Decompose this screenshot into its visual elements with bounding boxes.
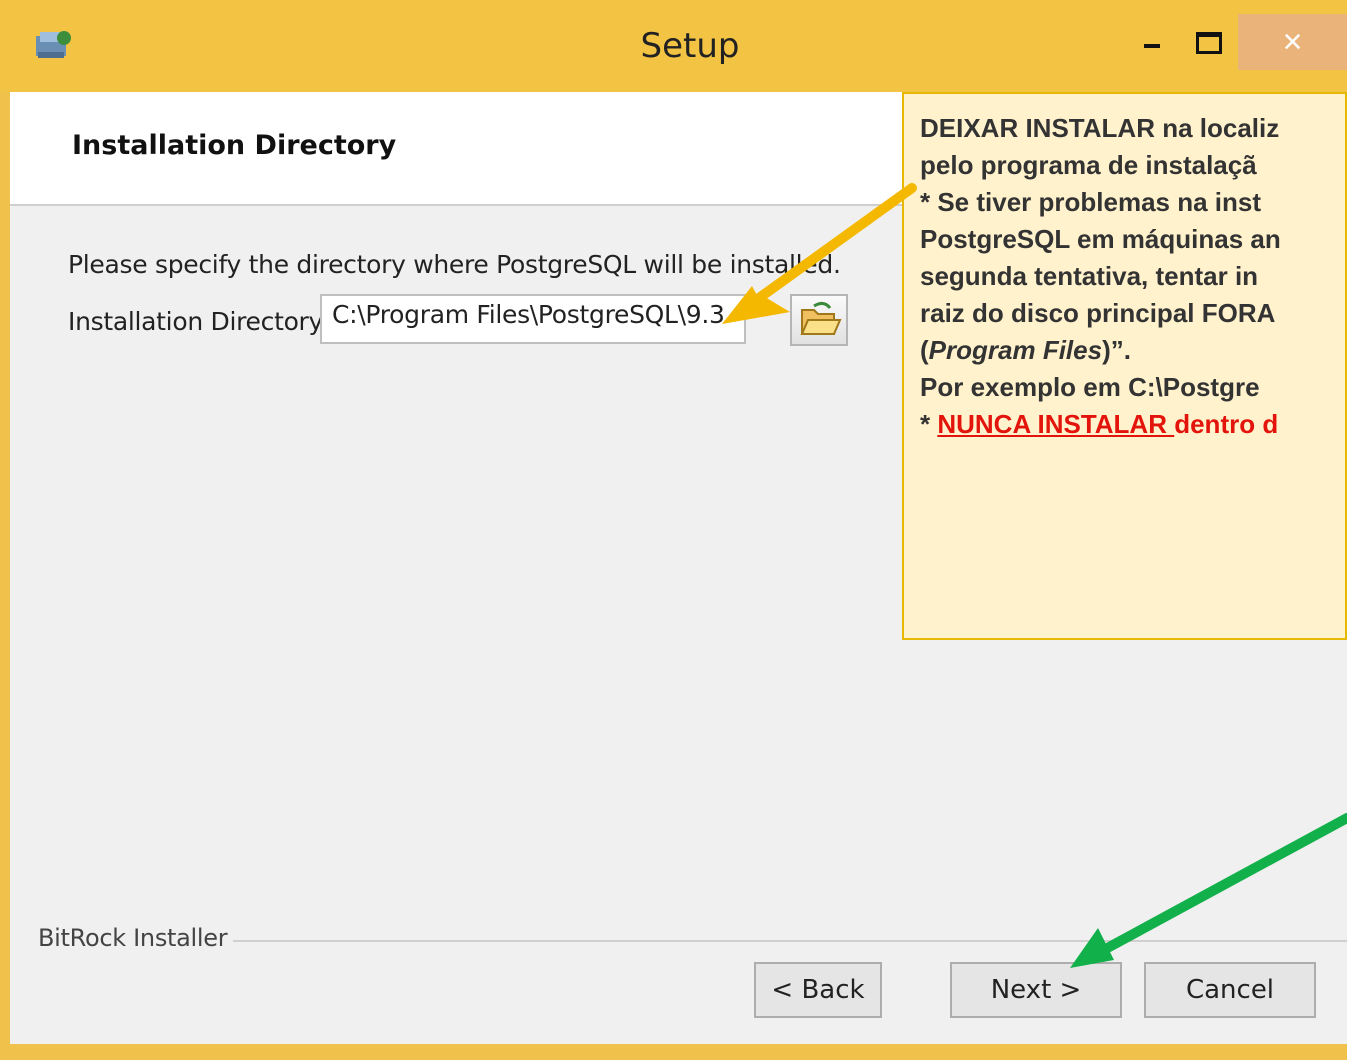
close-icon: × (1282, 23, 1303, 61)
next-button[interactable]: Next > (950, 962, 1122, 1018)
annotation-warning-rest: dentro d (1174, 409, 1279, 439)
browse-button[interactable] (790, 294, 848, 346)
annotation-paren-open: ( (920, 335, 929, 365)
footer-divider (224, 940, 1347, 942)
setup-window: Setup × Installation Directory Please sp… (0, 0, 1347, 1060)
maximize-icon (1196, 32, 1222, 54)
minimize-button[interactable] (1124, 14, 1184, 70)
annotation-italic: Program Files (928, 335, 1103, 365)
annotation-line: pelo programa de instalaçã (920, 150, 1257, 180)
annotation-warning-underlined: NUNCA INSTALAR (937, 409, 1175, 439)
annotation-line: PostgreSQL em máquinas an (920, 224, 1281, 254)
annotation-warning: NUNCA INSTALAR dentro d (937, 409, 1278, 439)
back-button[interactable]: < Back (754, 962, 882, 1018)
annotation-paren-close: )”. (1102, 335, 1131, 365)
annotation-line: DEIXAR INSTALAR na localiz (920, 113, 1280, 143)
maximize-button[interactable] (1186, 14, 1236, 70)
installation-directory-label: Installation Directory (68, 307, 324, 336)
minimize-icon (1144, 44, 1160, 48)
annotation-text: DEIXAR INSTALAR na localiz pelo programa… (920, 110, 1345, 443)
installation-directory-input[interactable]: C:\Program Files\PostgreSQL\9.3 (320, 294, 746, 344)
annotation-bullet: * (920, 409, 938, 439)
annotation-callout: DEIXAR INSTALAR na localiz pelo programa… (902, 92, 1347, 640)
close-button[interactable]: × (1238, 14, 1347, 70)
annotation-line: * NUNCA INSTALAR dentro d (920, 406, 1345, 443)
folder-open-icon (800, 301, 842, 335)
cancel-button[interactable]: Cancel (1144, 962, 1316, 1018)
annotation-line: Por exemplo em C:\Postgre (920, 372, 1260, 402)
annotation-line: raiz do disco principal FORA (920, 298, 1276, 328)
annotation-line: (Program Files)”. (920, 332, 1345, 369)
annotation-line: * Se tiver problemas na inst (920, 187, 1262, 217)
directory-prompt: Please specify the directory where Postg… (68, 250, 841, 279)
title-bar[interactable]: Setup × (0, 0, 1347, 92)
page-title: Installation Directory (72, 130, 397, 161)
annotation-line: segunda tentativa, tentar in (920, 261, 1259, 291)
brand-label: BitRock Installer (38, 924, 234, 952)
